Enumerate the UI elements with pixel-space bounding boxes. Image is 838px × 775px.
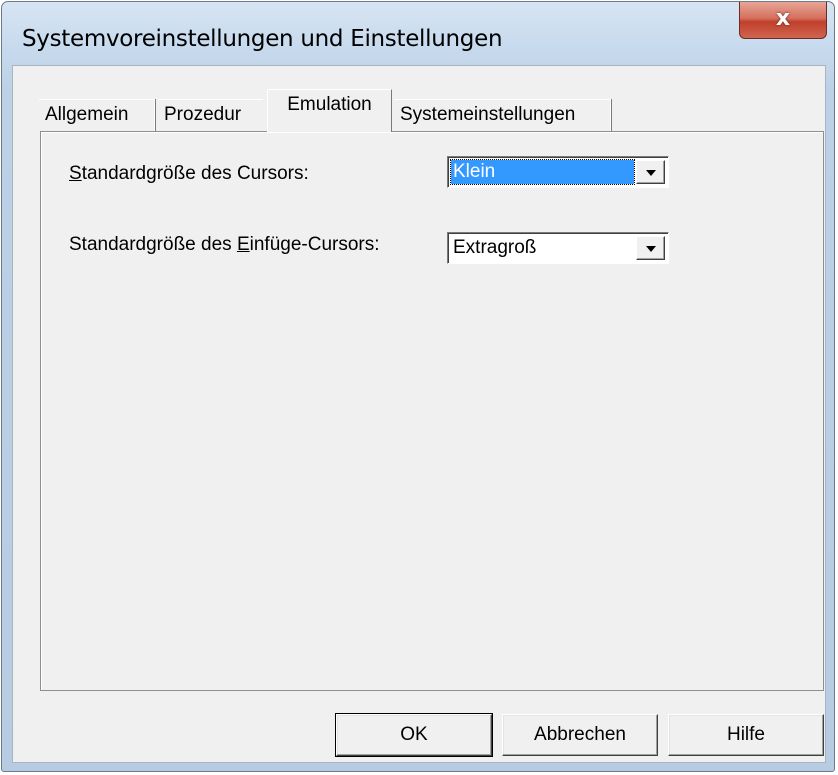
tab-allgemein[interactable]: Allgemein: [39, 99, 154, 129]
insert-cursor-size-label: Standardgröße des Einfüge-Cursors:: [69, 234, 380, 255]
insert-cursor-size-value: Extragroß: [453, 237, 537, 258]
window-title: Systemvoreinstellungen und Einstellungen: [22, 26, 503, 52]
dialog-window: Systemvoreinstellungen und Einstellungen…: [1, 1, 835, 772]
tab-emulation[interactable]: Emulation: [267, 89, 392, 132]
tab-systemeinstellungen[interactable]: Systemeinstellungen: [394, 99, 610, 129]
tab-prozedur[interactable]: Prozedur: [158, 99, 263, 129]
close-button[interactable]: x: [739, 2, 827, 39]
chevron-down-icon: [646, 170, 656, 176]
tab-separator: [610, 99, 612, 131]
cursor-size-value: Klein: [450, 159, 635, 185]
tab-separator: [154, 99, 156, 131]
cursor-size-label: Standardgröße des Cursors:: [69, 163, 309, 184]
close-icon: x: [775, 6, 791, 31]
tab-panel-emulation: [40, 131, 824, 691]
cancel-button[interactable]: Abbrechen: [502, 714, 658, 756]
chevron-down-icon: [646, 246, 656, 252]
insert-cursor-size-select[interactable]: Extragroß: [447, 232, 669, 264]
insert-cursor-size-dropdown-button[interactable]: [636, 236, 665, 260]
help-button[interactable]: Hilfe: [668, 714, 824, 756]
cursor-size-dropdown-button[interactable]: [636, 160, 665, 184]
dialog-client-area: Allgemein Prozedur Emulation Systemeinst…: [12, 65, 826, 763]
ok-button[interactable]: OK: [335, 713, 493, 757]
cursor-size-select[interactable]: Klein: [447, 156, 669, 188]
